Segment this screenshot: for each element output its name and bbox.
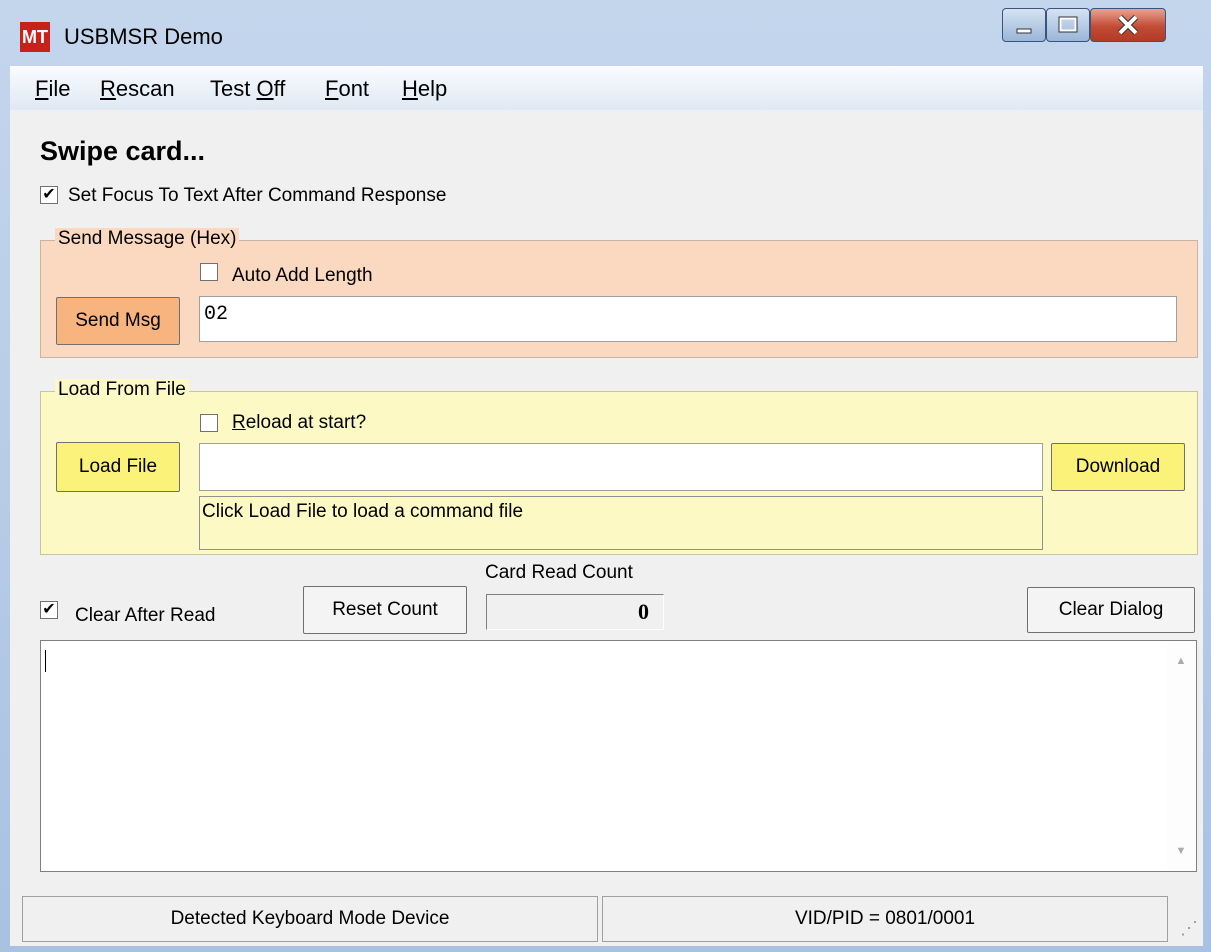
maximize-icon xyxy=(1047,9,1089,41)
clear-dialog-button[interactable]: Clear Dialog xyxy=(1027,587,1195,633)
maximize-button[interactable] xyxy=(1046,8,1090,42)
file-path-input[interactable] xyxy=(199,443,1043,491)
output-textarea[interactable] xyxy=(40,640,1197,872)
menu-file[interactable]: File xyxy=(35,76,70,102)
menu-file-post: ile xyxy=(48,76,71,101)
download-button[interactable]: Download xyxy=(1051,443,1185,491)
clear-after-read-checkbox[interactable]: ✔ xyxy=(40,601,58,619)
menu-font[interactable]: Font xyxy=(325,76,369,102)
window-title: USBMSR Demo xyxy=(64,24,223,49)
focus-checkbox-label: Set Focus To Text After Command Response xyxy=(68,185,447,206)
send-msg-button[interactable]: Send Msg xyxy=(56,297,180,345)
focus-checkbox[interactable]: ✔ xyxy=(40,186,58,204)
menu-test-off-post: ff xyxy=(273,76,286,101)
menu-font-post: ont xyxy=(338,76,370,101)
status-device-mode: Detected Keyboard Mode Device xyxy=(22,896,598,942)
menu-test-off-key: O xyxy=(256,76,274,101)
load-status-text: Click Load File to load a command file xyxy=(199,496,1043,550)
close-icon xyxy=(1091,9,1165,41)
text-caret xyxy=(45,650,46,672)
hex-message-input[interactable]: 02 xyxy=(199,296,1177,342)
auto-add-length-checkbox[interactable] xyxy=(200,263,218,281)
page-heading: Swipe card... xyxy=(40,136,206,166)
menu-help-post: elp xyxy=(417,76,448,101)
scroll-down-icon[interactable]: ▼ xyxy=(1166,845,1196,857)
menu-test-off-pre: Test xyxy=(210,76,257,101)
minimize-button[interactable] xyxy=(1002,8,1046,42)
reset-count-button[interactable]: Reset Count xyxy=(303,586,467,634)
scroll-up-icon[interactable]: ▲ xyxy=(1166,655,1196,667)
app-logo-icon: MT xyxy=(20,22,50,52)
clear-after-read-label: Clear After Read xyxy=(75,605,216,626)
menu-bar: File Rescan Test Off Font Help xyxy=(10,66,1203,110)
menu-font-key: F xyxy=(325,76,339,101)
reload-label-post: eload at start? xyxy=(245,412,367,433)
card-read-count-label: Card Read Count xyxy=(485,562,633,583)
reload-at-start-checkbox[interactable] xyxy=(200,414,218,432)
menu-rescan[interactable]: Rescan xyxy=(100,76,175,102)
reload-at-start-label: Reload at start? xyxy=(232,412,366,434)
menu-help[interactable]: Help xyxy=(402,76,447,102)
resize-grip-icon[interactable]: ⋰ xyxy=(1180,918,1198,939)
status-vid-pid: VID/PID = 0801/0001 xyxy=(602,896,1168,942)
menu-test-off[interactable]: Test Off xyxy=(210,76,285,102)
vertical-scrollbar[interactable]: ▲ ▼ xyxy=(1166,641,1196,871)
menu-rescan-post: escan xyxy=(115,76,175,101)
menu-file-key: F xyxy=(35,76,49,101)
card-read-count-value: 0 xyxy=(486,594,664,630)
menu-help-key: H xyxy=(402,76,418,101)
close-button[interactable] xyxy=(1090,8,1166,42)
load-file-button[interactable]: Load File xyxy=(56,442,180,492)
auto-add-length-label: Auto Add Length xyxy=(232,265,373,286)
send-group-legend: Send Message (Hex) xyxy=(55,228,240,250)
load-group-legend: Load From File xyxy=(55,379,189,401)
menu-rescan-key: R xyxy=(100,76,116,101)
reload-label-key: R xyxy=(232,412,246,433)
minimize-icon xyxy=(1003,9,1045,41)
